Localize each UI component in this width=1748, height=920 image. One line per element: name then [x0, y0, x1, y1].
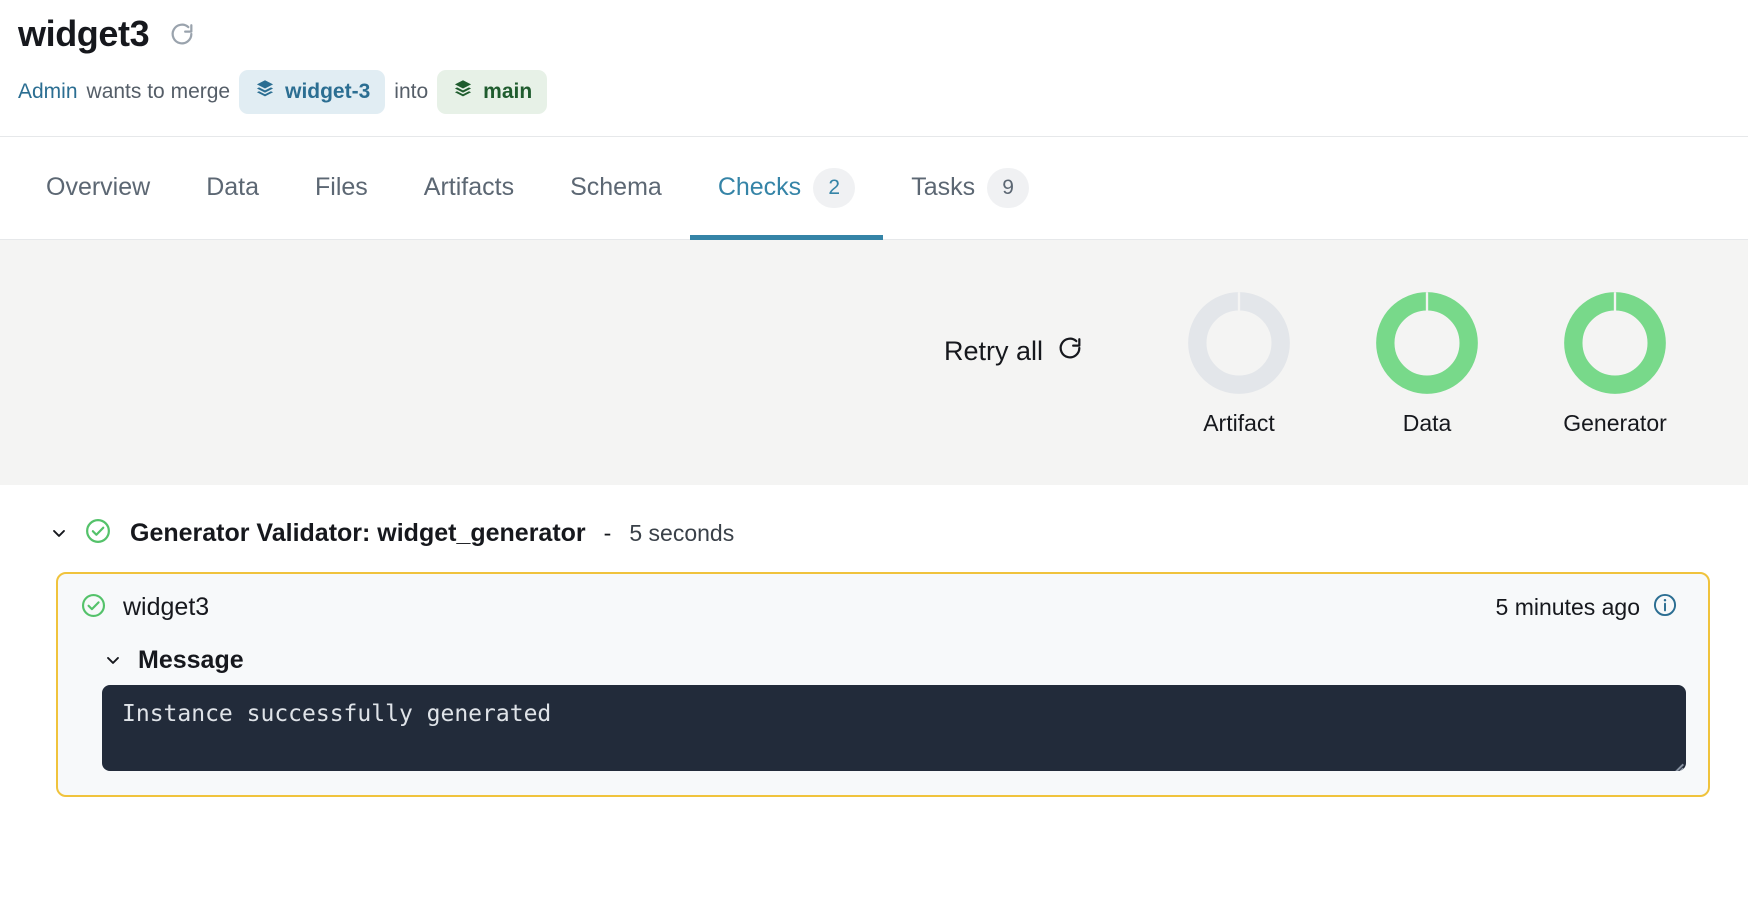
tab-schema[interactable]: Schema: [542, 137, 690, 239]
donut-label: Artifact: [1203, 410, 1275, 437]
tab-label: Overview: [46, 173, 150, 202]
tab-data[interactable]: Data: [178, 137, 287, 239]
into-text: into: [394, 80, 428, 104]
message-toggle-row[interactable]: Message: [102, 646, 1686, 675]
pr-title-row: widget3: [18, 14, 1748, 54]
chevron-down-icon[interactable]: [102, 649, 124, 671]
tab-label: Artifacts: [424, 173, 514, 202]
check-result-header: widget3 5 minutes ago: [80, 592, 1686, 624]
check-result-timestamp: 5 minutes ago: [1496, 594, 1640, 621]
donut-label: Generator: [1563, 410, 1667, 437]
source-branch-label: widget-3: [285, 80, 370, 104]
check-circle-icon: [84, 517, 112, 550]
tab-overview[interactable]: Overview: [18, 137, 178, 239]
check-block: Generator Validator: widget_generator - …: [14, 485, 1734, 797]
layers-icon: [452, 78, 474, 106]
checks-region: Generator Validator: widget_generator - …: [0, 485, 1748, 797]
check-header-row[interactable]: Generator Validator: widget_generator - …: [14, 509, 1734, 560]
merge-text: wants to merge: [87, 80, 231, 104]
retry-all-label: Retry all: [944, 336, 1043, 367]
retry-all-button[interactable]: Retry all: [944, 334, 1084, 369]
tab-label: Data: [206, 173, 259, 202]
refresh-icon[interactable]: [167, 19, 197, 49]
donut-artifact[interactable]: Artifact: [1184, 288, 1294, 437]
check-duration: 5 seconds: [629, 520, 734, 547]
page-title: widget3: [18, 14, 149, 54]
tab-bar: Overview Data Files Artifacts Schema Che…: [0, 136, 1748, 240]
author-link[interactable]: Admin: [18, 80, 78, 104]
tab-badge-checks: 2: [813, 168, 855, 208]
tab-tasks[interactable]: Tasks 9: [883, 137, 1057, 239]
tab-badge-tasks: 9: [987, 168, 1029, 208]
donut-generator[interactable]: Generator: [1560, 288, 1670, 437]
donut-label: Data: [1403, 410, 1452, 437]
tab-label: Tasks: [911, 173, 975, 202]
message-label: Message: [138, 646, 244, 675]
pr-subtitle-row: Admin wants to merge widget-3 into: [18, 70, 1748, 114]
message-textarea[interactable]: Instance successfully generated: [102, 685, 1686, 771]
layers-icon: [254, 78, 276, 106]
check-result-name-wrap: widget3: [80, 592, 209, 624]
checks-summary-panel: Retry all Artifact Data: [0, 240, 1748, 485]
tab-label: Schema: [570, 173, 662, 202]
donut-chart-generator: [1560, 288, 1670, 398]
donut-chart-artifact: [1184, 288, 1294, 398]
check-title: Generator Validator: widget_generator: [130, 519, 586, 548]
refresh-icon: [1056, 334, 1084, 369]
target-branch-chip[interactable]: main: [437, 70, 547, 114]
donut-chart-data: [1372, 288, 1482, 398]
check-result-name: widget3: [123, 593, 209, 622]
donut-data[interactable]: Data: [1372, 288, 1482, 437]
donut-group: Artifact Data Generator: [1184, 288, 1670, 437]
tab-files[interactable]: Files: [287, 137, 396, 239]
tab-label: Checks: [718, 173, 801, 202]
message-body: Instance successfully generated: [122, 701, 1666, 727]
info-circle-icon[interactable]: [1652, 592, 1678, 624]
resize-handle[interactable]: [1666, 751, 1684, 769]
source-branch-chip[interactable]: widget-3: [239, 70, 385, 114]
chevron-down-icon[interactable]: [48, 522, 70, 544]
check-separator: -: [604, 520, 612, 547]
tab-checks[interactable]: Checks 2: [690, 137, 883, 239]
check-result-card: widget3 5 minutes ago: [56, 572, 1710, 797]
tab-artifacts[interactable]: Artifacts: [396, 137, 542, 239]
check-circle-icon: [80, 592, 107, 624]
check-result-meta: 5 minutes ago: [1496, 592, 1686, 624]
tab-label: Files: [315, 173, 368, 202]
target-branch-label: main: [483, 80, 532, 104]
pr-header: widget3 Admin wants to merge widget-3 in…: [0, 0, 1748, 136]
